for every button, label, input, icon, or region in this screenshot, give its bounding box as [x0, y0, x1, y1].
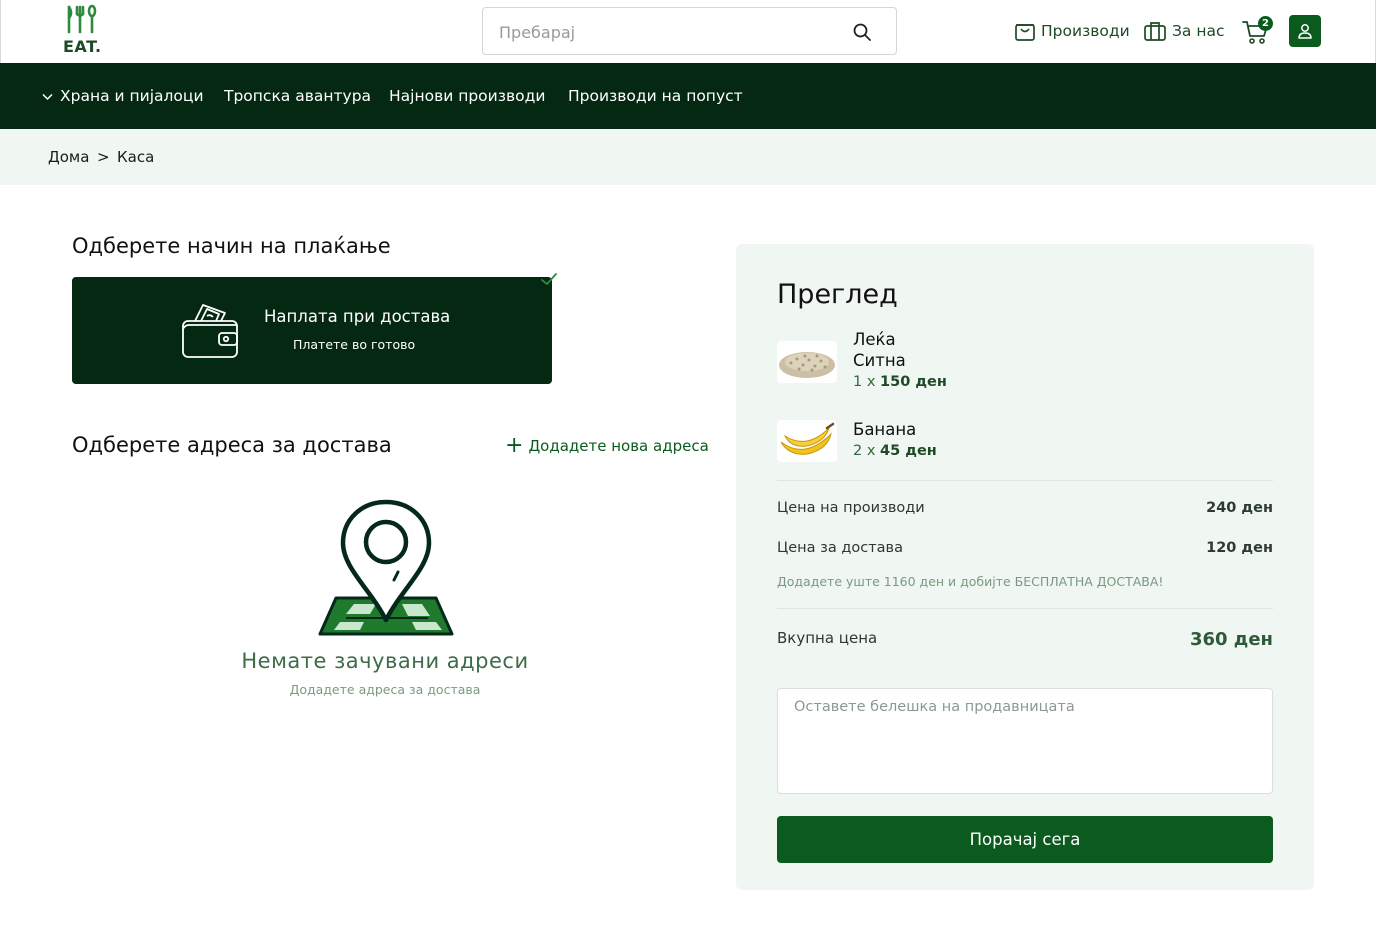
- user-account-button[interactable]: [1289, 15, 1321, 47]
- cart-count-badge: 2: [1258, 16, 1273, 31]
- selected-check-icon: [541, 273, 557, 286]
- payment-option-cash-on-delivery[interactable]: Наплата при достава Платете во готово: [72, 277, 552, 384]
- wallet-icon: [182, 304, 238, 358]
- empty-addresses-subtitle: Додадете адреса за достава: [289, 682, 481, 697]
- shopping-bag-icon: [1015, 24, 1035, 41]
- delivery-price-label: Цена за достава: [777, 540, 903, 556]
- cart-item-qty: 2 x: [853, 443, 876, 459]
- cart-item-name: Банана: [853, 420, 917, 439]
- cart-item-name: Леќа Ситна: [853, 329, 906, 371]
- header: EAT. Производи За нас 2: [0, 0, 1376, 63]
- products-price-value: 240 ден: [1206, 500, 1273, 516]
- nav-products-link[interactable]: Производи: [1014, 18, 1130, 44]
- cart-item-name-line1: Леќа: [853, 330, 896, 349]
- nav-discounted-products[interactable]: Производи на попуст: [568, 87, 743, 105]
- divider: [777, 480, 1273, 481]
- products-price-label: Цена на производи: [777, 500, 925, 516]
- search-box: [482, 7, 897, 55]
- user-icon: [1298, 24, 1312, 39]
- cart-item-qty-price: 2 x 45 ден: [853, 443, 937, 459]
- product-image-banana: [777, 420, 837, 462]
- search-input[interactable]: [499, 20, 839, 44]
- nav-food-drinks[interactable]: Храна и пијалоци: [60, 87, 204, 105]
- nav-about-link[interactable]: За нас: [1143, 18, 1225, 44]
- banana-image: [780, 422, 835, 455]
- free-delivery-hint: Додадете уште 1160 ден и добијте БЕСПЛАТ…: [777, 574, 1164, 589]
- cart-item-name-line2: Ситна: [853, 351, 906, 370]
- order-summary: Преглед Леќа Ситна 1 x 150 ден Банана 2 …: [736, 244, 1314, 890]
- divider: [777, 608, 1273, 609]
- cart-item-price: 45 ден: [880, 443, 937, 459]
- total-price-label: Вкупна цена: [777, 629, 878, 647]
- breadcrumb-home[interactable]: Дома: [48, 148, 89, 166]
- briefcase-icon: [1144, 22, 1166, 41]
- product-image-lentils: [777, 341, 837, 383]
- total-price-value: 360 ден: [1189, 629, 1273, 650]
- nav-about-label: За нас: [1172, 22, 1225, 40]
- add-address-label: Додадете нова адреса: [528, 437, 709, 455]
- breadcrumb-current: Каса: [117, 148, 155, 166]
- payment-heading: Одберете начин на плаќање: [72, 234, 391, 258]
- lentils-image: [779, 352, 835, 378]
- payment-option-title: Наплата при достава: [264, 307, 451, 326]
- chevron-down-icon[interactable]: [42, 93, 53, 101]
- map-pin-icon: [318, 499, 454, 636]
- nav-tropical-adventure[interactable]: Тропска авантура: [224, 87, 371, 105]
- breadcrumb-separator: >: [97, 148, 110, 166]
- search-icon[interactable]: [852, 22, 872, 42]
- cart-item-qty-price: 1 x 150 ден: [853, 374, 947, 390]
- empty-addresses-title: Немате зачувани адреси: [241, 649, 529, 673]
- fork-knife-logo-icon: [67, 4, 97, 34]
- logo[interactable]: EAT.: [63, 4, 103, 56]
- order-now-button[interactable]: Порачај сега: [777, 816, 1273, 863]
- summary-title: Преглед: [777, 279, 898, 310]
- cart-item-price: 150 ден: [880, 374, 947, 390]
- payment-option-subtitle: Платете во готово: [293, 337, 416, 352]
- cart-button[interactable]: 2: [1241, 16, 1275, 46]
- address-heading: Одберете адреса за достава: [72, 433, 392, 457]
- delivery-price-value: 120 ден: [1206, 540, 1273, 556]
- breadcrumb: Дома > Каса: [0, 129, 1376, 185]
- nav-newest-products[interactable]: Најнови производи: [389, 87, 545, 105]
- logo-text: EAT.: [63, 37, 102, 56]
- nav-products-label: Производи: [1041, 22, 1130, 40]
- add-address-button[interactable]: + Додадете нова адреса: [505, 433, 709, 458]
- plus-icon: +: [505, 433, 524, 458]
- main-navigation: Храна и пијалоци Тропска авантура Најнов…: [0, 63, 1376, 129]
- store-note-input[interactable]: [777, 688, 1273, 794]
- cart-item-qty: 1 x: [853, 374, 876, 390]
